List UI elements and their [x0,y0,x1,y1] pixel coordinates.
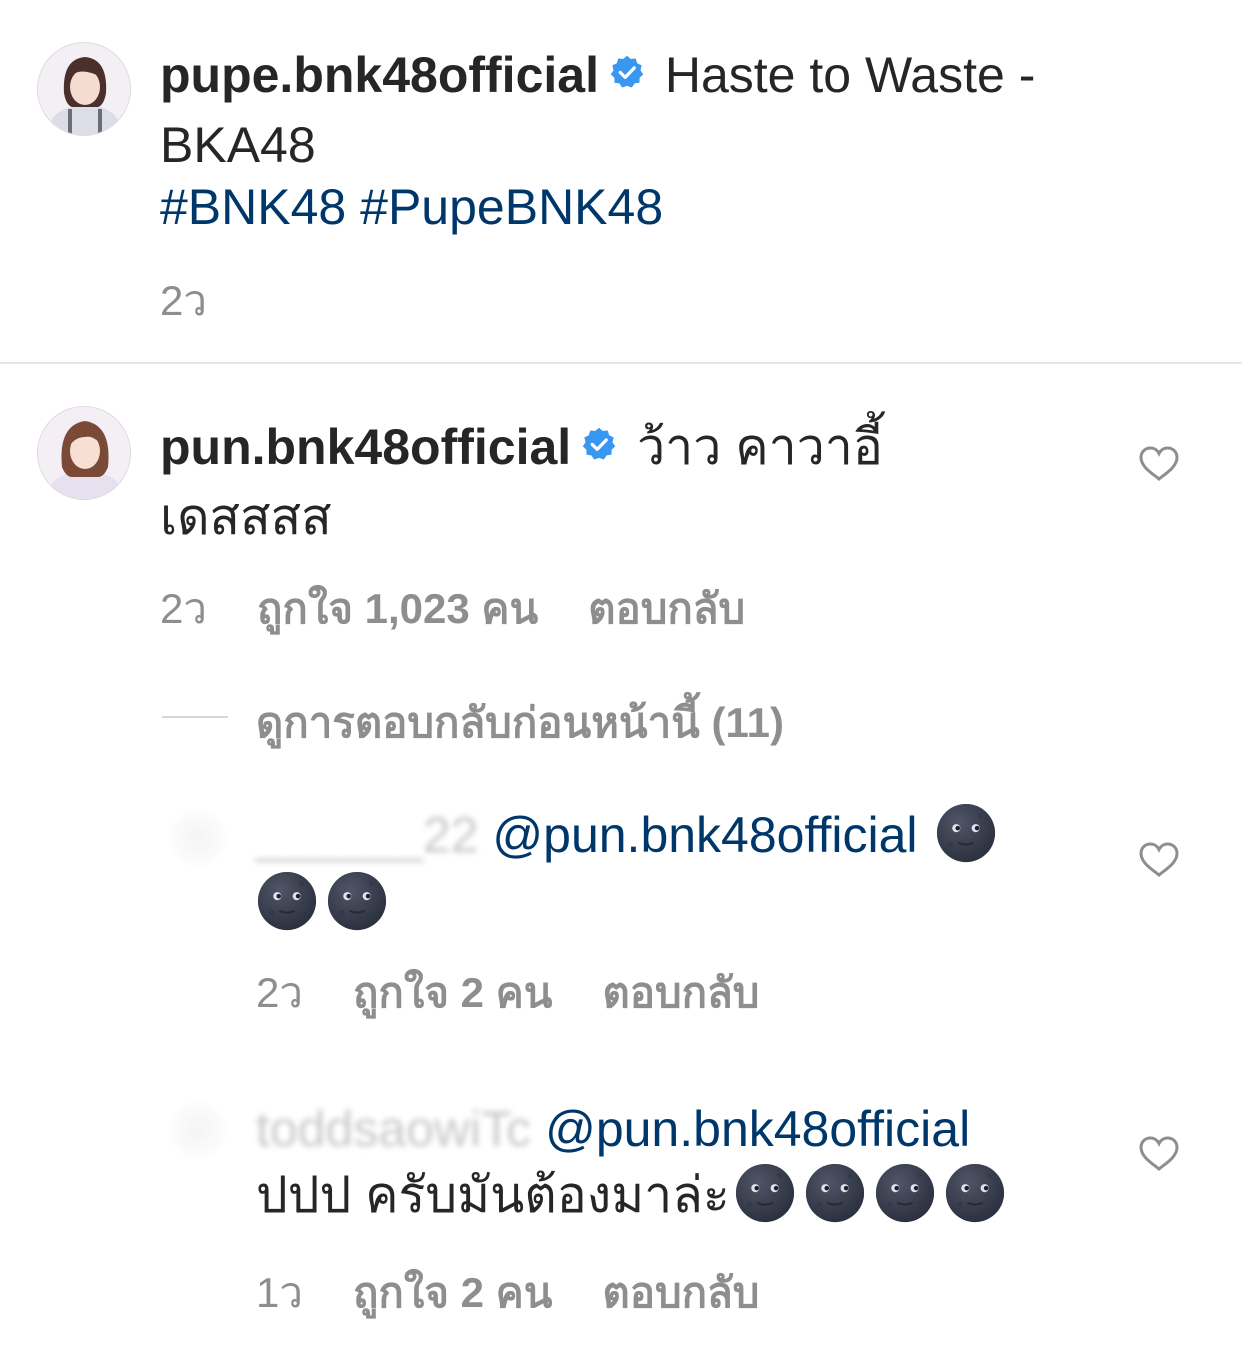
heart-outline-icon[interactable] [1139,446,1179,482]
comment-line1: ว้าว คาวาอี้ [637,419,883,475]
reply-timestamp: 2ว [256,969,303,1016]
verified-badge-icon [609,40,645,106]
caption-hashtags: #BNK48 #PupeBNK48 [160,174,663,240]
caption-timestamp: 2ว [160,277,207,324]
new-moon-face-emoji [874,1162,936,1224]
reply-meta: 1ว ถูกใจ 2 คน ตอบกลับ [256,1260,809,1326]
heart-outline-icon[interactable] [1139,842,1179,878]
heart-outline-icon[interactable] [1139,1136,1179,1172]
caption-username[interactable]: pupe.bnk48official [160,47,599,103]
reply-meta: 2ว ถูกใจ 2 คน ตอบกลับ [256,960,809,1026]
new-moon-face-emoji [326,870,388,932]
caption-author-avatar[interactable] [37,42,131,136]
reply-text: toddsaowiTc @pun.bnk48official ปปป ครับม… [256,1096,1106,1230]
new-moon-face-emoji [804,1162,866,1224]
comment-meta: 2ว ถูกใจ 1,023 คน ตอบกลับ [160,576,795,642]
caption-text: pupe.bnk48official Haste to Waste - BKA4… [160,42,1220,178]
caption-line2: BKA48 [160,116,316,173]
reply-button[interactable]: ตอบกลับ [588,585,745,632]
new-moon-face-emoji [944,1162,1006,1224]
reply-username[interactable]: ______22 [256,807,478,863]
reply-button[interactable]: ตอบกลับ [602,1269,759,1316]
view-previous-replies-button[interactable]: ดูการตอบกลับก่อนหน้านี้ (11) [256,690,784,756]
comment-line2: เดสสสส [160,488,332,545]
hashtag-link[interactable]: #PupeBNK48 [360,179,663,235]
divider [0,362,1242,364]
new-moon-face-emoji [734,1162,796,1224]
comment-text: pun.bnk48official ว้าว คาวาอี้ เดสสสส [160,414,1080,550]
comment-timestamp: 2ว [160,585,207,632]
caption-line1: Haste to Waste - [664,47,1036,103]
mention-link[interactable]: @pun.bnk48official [545,1101,970,1157]
reply-like-count[interactable]: ถูกใจ 2 คน [353,969,552,1016]
reply-author-avatar[interactable] [168,1100,228,1160]
comment-author-avatar[interactable] [37,406,131,500]
reply-button[interactable]: ตอบกลับ [602,969,759,1016]
hashtag-link[interactable]: #BNK48 [160,179,346,235]
new-moon-face-emoji [256,870,318,932]
reply-message: ปปป ครับมันต้องมาล่ะ [256,1167,730,1223]
new-moon-face-emoji [935,802,997,864]
mention-link[interactable]: @pun.bnk48official [492,807,917,863]
reply-text: ______22 @pun.bnk48official [256,802,1086,938]
comment-username[interactable]: pun.bnk48official [160,419,571,475]
reply-username[interactable]: toddsaowiTc [256,1101,531,1157]
reply-author-avatar[interactable] [168,808,228,868]
verified-badge-icon [581,412,617,478]
comment-like-count[interactable]: ถูกใจ 1,023 คน [257,585,538,632]
caption-meta: 2ว [160,268,257,334]
reply-timestamp: 1ว [256,1269,303,1316]
reply-like-count[interactable]: ถูกใจ 2 คน [353,1269,552,1316]
thread-line [162,716,228,718]
